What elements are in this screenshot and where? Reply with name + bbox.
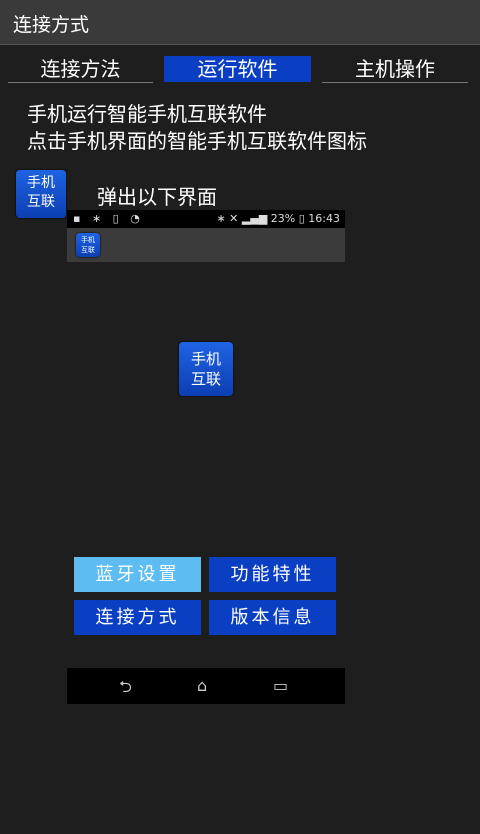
back-icon: ⮌ [119, 677, 132, 696]
popup-label: 弹出以下界面 [97, 185, 217, 209]
notification-icons: ▪ ∗ ▯ ◔ [73, 212, 144, 225]
instruction-line-2: 点击手机界面的智能手机互联软件图标 [27, 129, 367, 153]
recent-apps-icon: ▭ [273, 676, 289, 695]
battery-level: 23% [270, 212, 296, 225]
phone-link-center-icon: 手机 互联 [179, 342, 233, 396]
phone-navigation-bar: ⮌ ⌂ ▭ [67, 668, 345, 704]
battery-icon: ▯ [298, 212, 309, 225]
tab-run-software[interactable]: 运行软件 [164, 56, 311, 82]
status-icons: ∗ ✕ ▂▄▆ [216, 212, 271, 225]
bluetooth-settings-button[interactable]: 蓝牙设置 [74, 557, 201, 592]
page-title: 连接方式 [13, 14, 90, 36]
version-info-button[interactable]: 版本信息 [209, 600, 336, 635]
phone-status-bar: ▪ ∗ ▯ ◔ ∗ ✕ ▂▄▆ 23% ▯ 16:43 [67, 210, 345, 228]
tab-host-operation[interactable]: 主机操作 [322, 56, 468, 83]
status-time: 16:43 [308, 212, 340, 225]
phone-app-bar: 手机 互联 [67, 228, 345, 262]
phone-link-app-icon-small: 手机 互联 [76, 233, 100, 257]
phone-link-app-icon: 手机 互联 [16, 170, 66, 218]
app-icon-text-line2: 互联 [27, 194, 55, 210]
connection-mode-button[interactable]: 连接方式 [74, 600, 201, 635]
home-icon: ⌂ [197, 676, 208, 695]
app-icon-text-line1: 手机 [27, 175, 55, 191]
center-icon-text-line1: 手机 [190, 350, 221, 368]
center-icon-text-line2: 互联 [190, 370, 221, 388]
small-icon-text-line1: 手机 [81, 236, 95, 244]
phone-screenshot-header: ▪ ∗ ▯ ◔ ∗ ✕ ▂▄▆ 23% ▯ 16:43 手机 互联 [67, 210, 345, 262]
small-icon-text-line2: 互联 [81, 246, 95, 254]
tab-bar: 连接方法 运行软件 主机操作 [0, 56, 480, 86]
instruction-line-1: 手机运行智能手机互联软件 [27, 102, 267, 126]
tab-connection-method[interactable]: 连接方法 [8, 56, 153, 83]
features-button[interactable]: 功能特性 [209, 557, 336, 592]
title-bar: 连接方式 [0, 0, 480, 45]
